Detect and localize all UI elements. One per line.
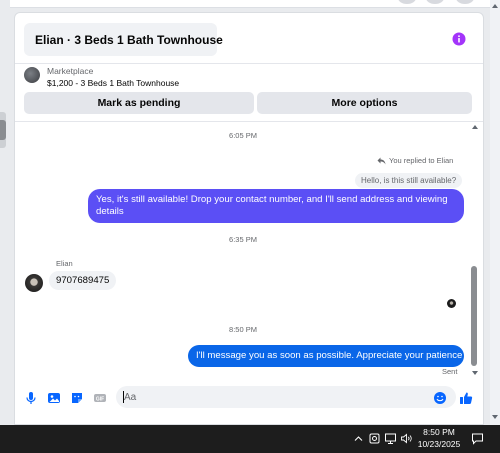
network-icon[interactable] xyxy=(384,432,397,445)
clock-date[interactable]: 10/23/2025 xyxy=(414,439,464,449)
volume-icon[interactable] xyxy=(400,432,413,445)
info-icon[interactable] xyxy=(452,32,466,46)
timestamp: 6:35 PM xyxy=(229,235,257,244)
timestamp: 6:05 PM xyxy=(229,131,257,140)
outgoing-message[interactable]: Yes, it's still available! Drop your con… xyxy=(88,189,464,223)
message-input[interactable] xyxy=(116,386,456,408)
side-scroll-thumb[interactable] xyxy=(0,120,6,140)
listing-label: Marketplace xyxy=(47,66,94,76)
sent-status: Sent xyxy=(442,367,458,376)
listing-thumbnail xyxy=(24,67,40,83)
reply-arrow-icon xyxy=(377,157,386,164)
chat-scrollbar-thumb[interactable] xyxy=(471,266,477,366)
outgoing-message[interactable]: I'll message you as soon as possible. Ap… xyxy=(188,345,464,367)
reply-note-text: You replied to Elian xyxy=(389,156,454,165)
reply-note: You replied to Elian xyxy=(377,156,453,165)
timestamp: 8:50 PM xyxy=(229,325,257,334)
camera-icon[interactable] xyxy=(368,432,381,445)
chat-title: Elian · 3 Beds 1 Bath Townhouse xyxy=(35,32,223,47)
chevron-up-icon[interactable] xyxy=(352,432,365,445)
notification-icon[interactable] xyxy=(471,432,484,445)
page-scroll-up-arrow[interactable] xyxy=(492,4,498,8)
sticker-icon[interactable] xyxy=(70,391,84,405)
listing-title[interactable]: $1,200 - 3 Beds 1 Bath Townhouse xyxy=(47,78,179,88)
scroll-down-arrow[interactable] xyxy=(472,371,478,375)
page-scroll-down-arrow[interactable] xyxy=(492,415,498,419)
svg-text:GIF: GIF xyxy=(96,396,104,402)
incoming-message[interactable]: 9707689475 xyxy=(49,271,117,290)
photo-icon[interactable] xyxy=(47,391,61,405)
mark-as-pending-button[interactable]: Mark as pending xyxy=(24,92,254,114)
microphone-icon[interactable] xyxy=(24,391,38,405)
chat-window: Elian · 3 Beds 1 Bath Townhouse Marketpl… xyxy=(14,12,484,425)
top-control[interactable] xyxy=(426,0,444,4)
chat-header[interactable]: Elian · 3 Beds 1 Bath Townhouse xyxy=(24,23,223,56)
divider xyxy=(15,63,483,64)
quoted-message[interactable]: Hello, is this still available? xyxy=(355,173,463,188)
avatar[interactable] xyxy=(25,274,43,292)
top-strip xyxy=(10,0,490,8)
text-cursor xyxy=(123,391,124,403)
clock-time[interactable]: 8:50 PM xyxy=(414,427,464,437)
top-control[interactable] xyxy=(398,0,416,4)
divider xyxy=(15,121,483,122)
seen-avatar xyxy=(447,299,456,308)
page-scrollbar[interactable] xyxy=(490,0,500,425)
more-options-button[interactable]: More options xyxy=(257,92,472,114)
thumbs-up-icon[interactable] xyxy=(459,391,473,405)
top-avatar[interactable] xyxy=(456,0,474,4)
scroll-up-arrow[interactable] xyxy=(472,125,478,129)
emoji-icon[interactable] xyxy=(433,391,447,405)
gif-icon[interactable]: GIF xyxy=(93,391,107,405)
sender-name: Elian xyxy=(56,259,73,268)
